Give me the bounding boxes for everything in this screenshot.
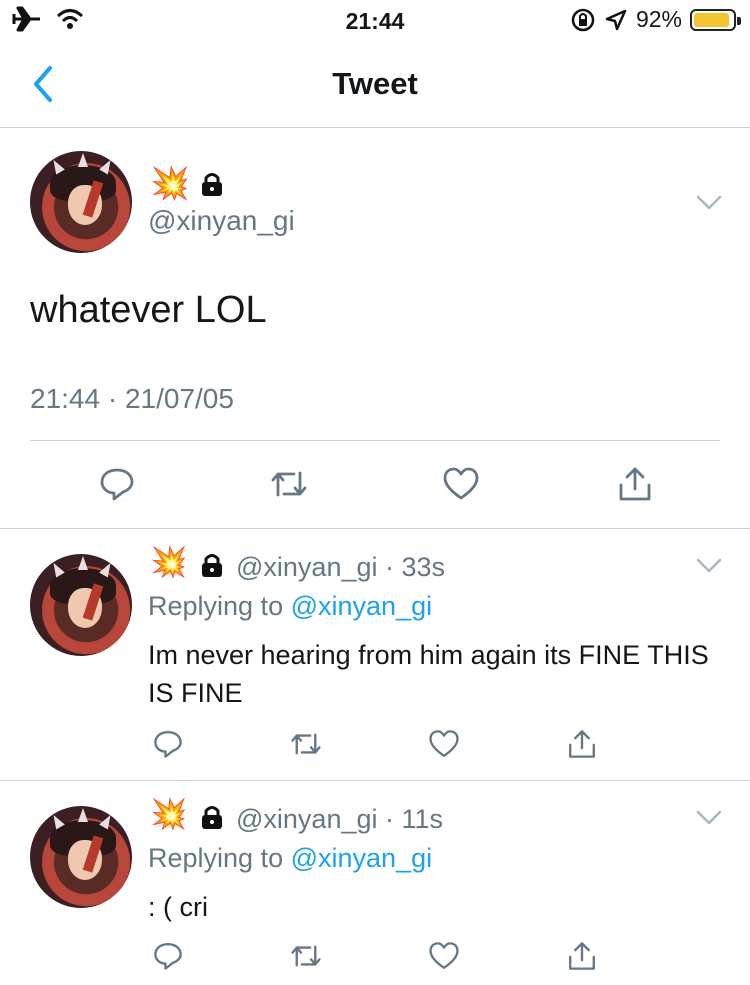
- retweet-icon[interactable]: [290, 728, 322, 760]
- tweet-timestamp[interactable]: 21:44 · 21/07/05: [30, 383, 234, 415]
- divider: [30, 440, 720, 441]
- reply-handle-time[interactable]: @xinyan_gi · 11s: [236, 804, 443, 835]
- chevron-down-icon[interactable]: [696, 810, 722, 826]
- tweet-handle[interactable]: @xinyan_gi: [148, 205, 295, 237]
- reply-icon[interactable]: [98, 465, 136, 503]
- lock-icon: [202, 173, 222, 196]
- battery-cap: [737, 16, 741, 25]
- replying-to-link[interactable]: @xinyan_gi: [291, 591, 433, 621]
- reply-icon[interactable]: [152, 940, 184, 972]
- battery-icon: [690, 8, 741, 31]
- reply-icon[interactable]: [152, 728, 184, 760]
- replying-to-line: Replying to @xinyan_gi: [148, 591, 432, 622]
- retweet-icon[interactable]: [290, 940, 322, 972]
- collision-emoji: 💥: [150, 165, 190, 201]
- chevron-down-icon[interactable]: [696, 195, 722, 211]
- like-icon[interactable]: [442, 465, 480, 503]
- share-icon[interactable]: [566, 940, 598, 972]
- like-icon[interactable]: [428, 940, 460, 972]
- page-title: Tweet: [332, 66, 418, 101]
- avatar[interactable]: [30, 806, 132, 908]
- avatar-spike: [78, 153, 88, 167]
- collision-emoji: 💥: [150, 798, 188, 831]
- main-tweet: 💥 @xinyan_gi whatever LOL 21:44 · 21/07/…: [0, 129, 750, 529]
- tweet-text: whatever LOL: [30, 289, 267, 331]
- replying-to-prefix: Replying to: [148, 591, 291, 621]
- nav-bar: Tweet: [0, 40, 750, 128]
- avatar-spike: [78, 808, 88, 822]
- chevron-down-icon[interactable]: [696, 558, 722, 574]
- avatar[interactable]: [30, 151, 132, 253]
- reply-tweet[interactable]: 💥 @xinyan_gi · 11s Replying to @xinyan_g…: [0, 782, 750, 985]
- avatar[interactable]: [30, 554, 132, 656]
- replying-to-link[interactable]: @xinyan_gi: [291, 843, 433, 873]
- share-icon[interactable]: [566, 728, 598, 760]
- replying-to-line: Replying to @xinyan_gi: [148, 843, 432, 874]
- avatar-spike: [78, 556, 88, 570]
- collision-emoji: 💥: [150, 546, 188, 579]
- location-icon: [605, 9, 627, 30]
- replying-to-prefix: Replying to: [148, 843, 291, 873]
- status-right: 92%: [570, 6, 741, 33]
- status-bar: 21:44 92%: [0, 0, 750, 40]
- reply-text: : ( cri: [148, 892, 208, 922]
- reply-tweet[interactable]: 💥 @xinyan_gi · 33s Replying to @xinyan_g…: [0, 530, 750, 781]
- battery-percent: 92%: [635, 6, 682, 32]
- rotation-lock-icon: [571, 8, 595, 31]
- retweet-icon[interactable]: [270, 465, 308, 503]
- like-icon[interactable]: [428, 728, 460, 760]
- reply-text: Im never hearing from him again its FINE…: [148, 640, 709, 708]
- lock-icon: [202, 554, 222, 577]
- share-icon[interactable]: [616, 465, 654, 503]
- battery-fill: [694, 12, 729, 27]
- lock-icon: [202, 806, 222, 829]
- reply-handle-time[interactable]: @xinyan_gi · 33s: [236, 552, 445, 583]
